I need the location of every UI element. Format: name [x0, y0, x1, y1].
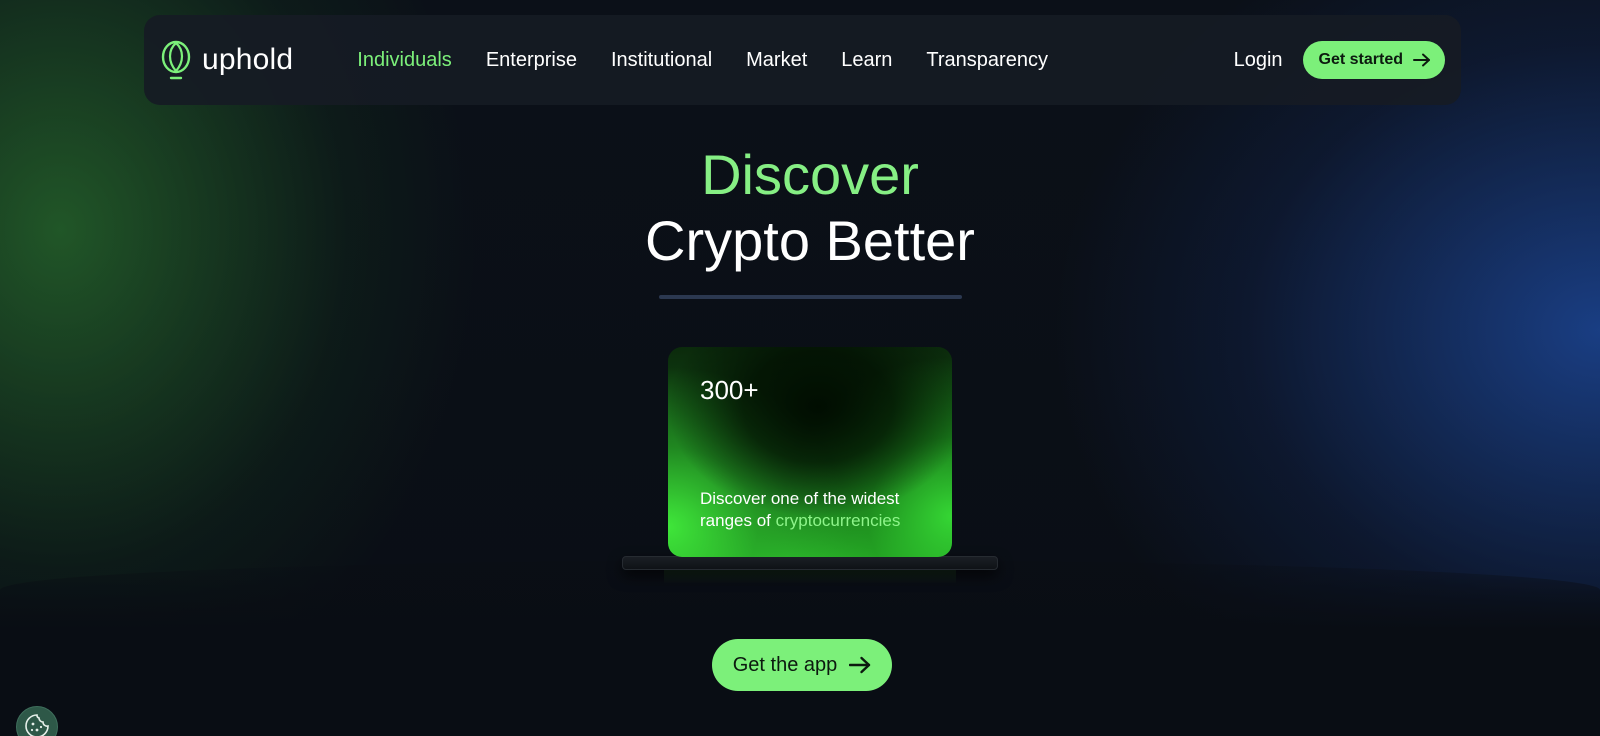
card-description: Discover one of the widest ranges of cry… [700, 488, 940, 532]
hero-divider [659, 295, 962, 299]
card-reflection [664, 570, 956, 584]
card-stand [622, 556, 998, 570]
login-link[interactable]: Login [1234, 49, 1283, 72]
hero-title: Crypto Better [645, 209, 975, 272]
nav-item-transparency[interactable]: Transparency [926, 49, 1048, 72]
get-started-button[interactable]: Get started [1302, 41, 1445, 79]
arrow-right-icon [849, 656, 871, 674]
get-the-app-button[interactable]: Get the app [712, 639, 892, 691]
nav-item-individuals[interactable]: Individuals [357, 49, 452, 72]
main-menu: Individuals Enterprise Institutional Mar… [357, 49, 1082, 72]
hero-title-accent: Discover [701, 143, 919, 206]
brand-logo[interactable]: uphold [160, 38, 293, 82]
arrow-right-icon [1413, 53, 1430, 67]
get-the-app-label: Get the app [732, 653, 838, 676]
card-count: 300+ [700, 375, 759, 405]
get-started-label: Get started [1318, 51, 1403, 68]
card-desc-highlight: cryptocurrencies [775, 511, 901, 530]
crypto-count-card: 300+ Discover one of the widest ranges o… [668, 347, 952, 557]
nav-item-enterprise[interactable]: Enterprise [486, 49, 577, 72]
uphold-logo-icon [161, 40, 191, 80]
nav-actions: Login Get started [1234, 41, 1445, 79]
hero-heading: Discover Crypto Better [0, 142, 1600, 274]
nav-item-market[interactable]: Market [746, 49, 807, 72]
nav-item-institutional[interactable]: Institutional [611, 49, 712, 72]
cookie-icon [25, 714, 49, 736]
nav-item-learn[interactable]: Learn [841, 49, 892, 72]
top-navbar: uphold Individuals Enterprise Institutio… [144, 15, 1461, 105]
brand-name: uphold [202, 43, 294, 76]
